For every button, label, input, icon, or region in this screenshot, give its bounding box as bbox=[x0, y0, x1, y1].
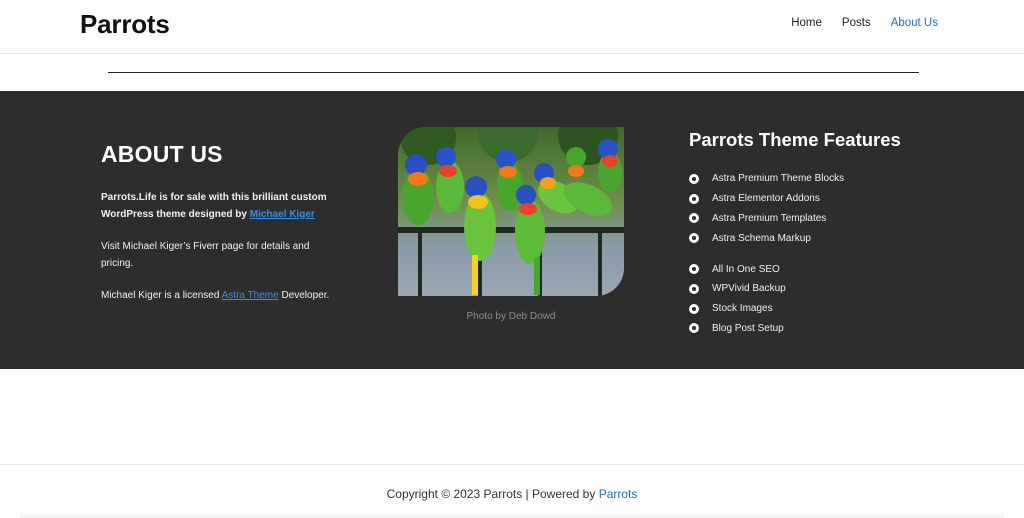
parrots-illustration bbox=[398, 127, 624, 296]
list-item: Astra Premium Theme Blocks bbox=[689, 169, 949, 189]
bottom-shadow bbox=[20, 512, 1004, 518]
feature-label: Astra Schema Markup bbox=[712, 232, 811, 244]
licensed-after: Developer. bbox=[278, 290, 330, 301]
list-item: Astra Elementor Addons bbox=[689, 189, 949, 209]
about-licensed: Michael Kiger is a licensed Astra Theme … bbox=[101, 288, 341, 305]
feature-list: Astra Premium Theme Blocks Astra Element… bbox=[689, 169, 949, 338]
astra-theme-link[interactable]: Astra Theme bbox=[222, 290, 279, 301]
about-column: ABOUT US Parrots.Life is for sale with t… bbox=[101, 141, 341, 321]
list-item: Astra Schema Markup bbox=[689, 228, 949, 248]
list-item: Astra Premium Templates bbox=[689, 209, 949, 229]
bullet-icon bbox=[689, 323, 699, 334]
features-column: Parrots Theme Features Astra Premium The… bbox=[689, 129, 949, 338]
feature-label: WPVivid Backup bbox=[712, 283, 786, 295]
feature-label: Astra Elementor Addons bbox=[712, 193, 820, 205]
photo-caption: Photo by Deb Dowd bbox=[466, 311, 556, 322]
feature-label: All In One SEO bbox=[712, 263, 780, 275]
parrots-photo bbox=[398, 127, 624, 296]
copyright-text: Copyright © 2023 Parrots | Powered by bbox=[386, 487, 599, 501]
site-header: Parrots Home Posts About Us bbox=[0, 0, 1024, 54]
list-item: Blog Post Setup bbox=[689, 319, 949, 339]
bullet-icon bbox=[689, 193, 699, 204]
feature-label: Blog Post Setup bbox=[712, 322, 784, 334]
powered-by-link[interactable]: Parrots bbox=[599, 487, 638, 501]
feature-label: Astra Premium Theme Blocks bbox=[712, 173, 845, 185]
list-item: All In One SEO bbox=[689, 259, 949, 279]
bullet-icon bbox=[689, 173, 699, 184]
bullet-icon bbox=[689, 233, 699, 244]
list-item: Stock Images bbox=[689, 299, 949, 319]
bullet-icon bbox=[689, 283, 699, 294]
content-divider bbox=[108, 72, 919, 73]
bullet-icon bbox=[689, 264, 699, 275]
copyright: Copyright © 2023 Parrots | Powered by Pa… bbox=[0, 487, 1024, 501]
licensed-before: Michael Kiger is a licensed bbox=[101, 290, 222, 301]
feature-label: Astra Premium Templates bbox=[712, 212, 827, 224]
about-section: ABOUT US Parrots.Life is for sale with t… bbox=[0, 91, 1024, 369]
nav-about-us[interactable]: About Us bbox=[891, 17, 938, 29]
list-item: WPVivid Backup bbox=[689, 279, 949, 299]
michael-kiger-link[interactable]: Michael Kiger bbox=[250, 209, 315, 220]
about-heading: ABOUT US bbox=[101, 141, 223, 167]
feature-label: Stock Images bbox=[712, 303, 773, 315]
bullet-icon bbox=[689, 213, 699, 224]
about-visit-text: Visit Michael Kiger’s Fiverr page for de… bbox=[101, 241, 310, 269]
site-footer: Copyright © 2023 Parrots | Powered by Pa… bbox=[0, 464, 1024, 518]
main-nav: Home Posts About Us bbox=[791, 17, 938, 29]
photo-column: Photo by Deb Dowd bbox=[398, 127, 624, 322]
nav-posts[interactable]: Posts bbox=[842, 17, 871, 29]
bullet-icon bbox=[689, 303, 699, 314]
about-intro: Parrots.Life is for sale with this brill… bbox=[101, 190, 341, 223]
features-heading: Parrots Theme Features bbox=[689, 129, 901, 150]
site-title[interactable]: Parrots bbox=[80, 9, 170, 40]
nav-home[interactable]: Home bbox=[791, 17, 822, 29]
